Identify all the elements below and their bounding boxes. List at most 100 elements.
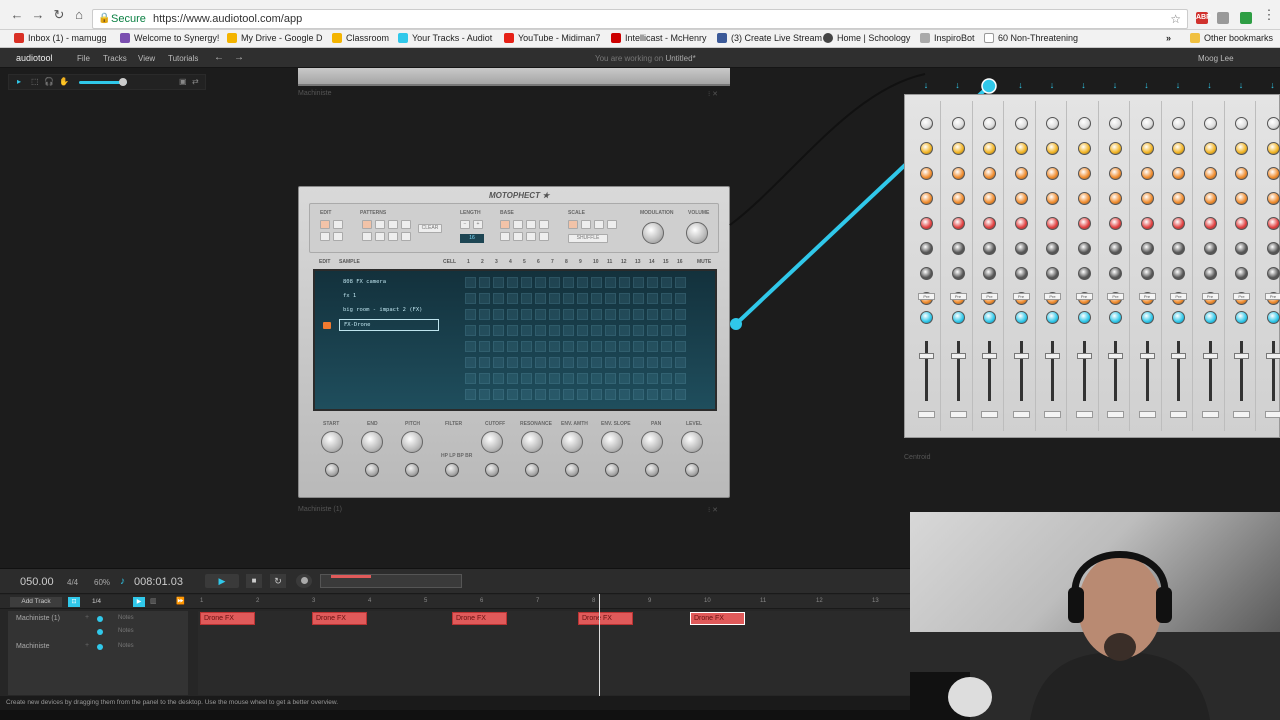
mixer-knob[interactable]	[1172, 167, 1185, 180]
mute-solo-buttons[interactable]	[981, 411, 998, 418]
mixer-knob[interactable]	[1014, 142, 1028, 155]
pre-button[interactable]: Pre	[1107, 293, 1124, 300]
mixer-knob[interactable]	[1203, 142, 1217, 155]
mixer-knob[interactable]	[1077, 192, 1091, 205]
mixer-knob[interactable]	[1172, 267, 1185, 280]
fader-handle[interactable]	[1108, 353, 1123, 359]
clip[interactable]: Drone FX	[312, 612, 367, 625]
fader-handle[interactable]	[1139, 353, 1155, 359]
pan-knob[interactable]	[1077, 311, 1091, 324]
fader-track[interactable]	[1271, 341, 1275, 401]
loop-button[interactable]: ↻	[270, 574, 286, 588]
mixer-knob[interactable]	[1109, 267, 1122, 280]
mixer-knob[interactable]	[951, 117, 965, 130]
mixer-knob[interactable]	[920, 117, 933, 130]
mixer-knob[interactable]	[1203, 117, 1217, 130]
mixer-knob[interactable]	[1203, 192, 1217, 205]
record-button[interactable]	[296, 574, 312, 588]
mixer-knob[interactable]	[1266, 117, 1280, 130]
pre-button[interactable]: Pre	[981, 293, 998, 300]
view-icon[interactable]: ▥	[150, 597, 157, 605]
clip-selected[interactable]: Drone FX	[690, 612, 745, 625]
mixer-knob[interactable]	[1266, 217, 1280, 230]
mute-solo-buttons[interactable]	[1138, 411, 1156, 418]
pre-button[interactable]: Pre	[1012, 293, 1030, 300]
mixer-knob[interactable]	[1077, 142, 1091, 155]
quantize-select[interactable]: 1/4	[92, 598, 101, 605]
mixer-knob[interactable]	[1140, 217, 1154, 230]
mixer-knob[interactable]	[1140, 117, 1154, 130]
mixer-knob[interactable]	[1266, 242, 1280, 255]
mixer-knob[interactable]	[983, 242, 996, 255]
mixer-knob[interactable]	[1077, 117, 1091, 130]
pan-knob[interactable]	[1014, 311, 1028, 324]
mixer-knob[interactable]	[1109, 167, 1122, 180]
fader-track[interactable]	[1145, 341, 1149, 401]
mixer-knob[interactable]	[1266, 192, 1280, 205]
mixer-knob[interactable]	[1235, 217, 1248, 230]
fader-track[interactable]	[1177, 341, 1180, 401]
input-socket-icon[interactable]: ↓	[1111, 80, 1119, 90]
mixer-knob[interactable]	[1014, 267, 1028, 280]
mute-solo-buttons[interactable]	[1107, 411, 1124, 418]
pre-button[interactable]: Pre	[1233, 293, 1250, 300]
mute-solo-buttons[interactable]	[1075, 411, 1093, 418]
centroid-mixer[interactable]: Pre Pre Pre Pre Pre Pre Pre Pre Pre Pre Pre Pre	[904, 94, 1280, 438]
mixer-knob[interactable]	[983, 267, 996, 280]
pan-knob[interactable]	[1109, 311, 1122, 324]
mixer-knob[interactable]	[1266, 167, 1280, 180]
pre-button[interactable]: Pre	[1201, 293, 1219, 300]
mixer-knob[interactable]	[1046, 242, 1059, 255]
input-socket-icon[interactable]: ↓	[1174, 80, 1182, 90]
mixer-knob[interactable]	[1077, 242, 1091, 255]
mixer-knob[interactable]	[1235, 242, 1248, 255]
track-lanes[interactable]: Drone FX Drone FX Drone FX Drone FX Dron…	[198, 611, 910, 695]
mute-solo-buttons[interactable]	[1170, 411, 1187, 418]
mixer-knob[interactable]	[920, 217, 933, 230]
clip[interactable]: Drone FX	[200, 612, 255, 625]
fader-track[interactable]	[925, 341, 928, 401]
pre-button[interactable]: Pre	[1044, 293, 1061, 300]
overview-scrollbar[interactable]	[320, 574, 462, 588]
mixer-knob[interactable]	[1266, 142, 1280, 155]
mute-solo-buttons[interactable]	[949, 411, 967, 418]
mixer-knob[interactable]	[1046, 142, 1059, 155]
track-collapse-icon[interactable]: +	[85, 642, 89, 649]
mixer-knob[interactable]	[920, 267, 933, 280]
pan-knob[interactable]	[1046, 311, 1059, 324]
mixer-knob[interactable]	[983, 217, 996, 230]
fader-handle[interactable]	[1202, 353, 1218, 359]
mixer-knob[interactable]	[920, 192, 933, 205]
mixer-knob[interactable]	[1077, 217, 1091, 230]
mixer-knob[interactable]	[1235, 167, 1248, 180]
mixer-knob[interactable]	[1077, 267, 1091, 280]
mixer-knob[interactable]	[1172, 142, 1185, 155]
mixer-knob[interactable]	[951, 167, 965, 180]
mixer-knob[interactable]	[1203, 242, 1217, 255]
follow-toggle[interactable]: ▶	[133, 597, 145, 607]
pre-button[interactable]: Pre	[1264, 293, 1280, 300]
mixer-knob[interactable]	[1109, 192, 1122, 205]
mixer-knob[interactable]	[1014, 167, 1028, 180]
mixer-knob[interactable]	[1172, 242, 1185, 255]
pre-button[interactable]: Pre	[949, 293, 967, 300]
pre-button[interactable]: Pre	[1075, 293, 1093, 300]
clip[interactable]: Drone FX	[578, 612, 633, 625]
fader-handle[interactable]	[1045, 353, 1060, 359]
input-socket-icon[interactable]: ↓	[1080, 80, 1088, 90]
input-socket-icon[interactable]: ↓	[1206, 80, 1214, 90]
mixer-knob[interactable]	[1140, 142, 1154, 155]
mixer-knob[interactable]	[1109, 117, 1122, 130]
mute-solo-buttons[interactable]	[1264, 411, 1280, 418]
mixer-knob[interactable]	[1046, 192, 1059, 205]
mixer-knob[interactable]	[1266, 267, 1280, 280]
mixer-knob[interactable]	[1203, 217, 1217, 230]
mixer-knob[interactable]	[1235, 267, 1248, 280]
zoom-display[interactable]: 60%	[94, 578, 110, 587]
input-socket-icon[interactable]: ↓	[985, 80, 993, 90]
pan-knob[interactable]	[1172, 311, 1185, 324]
fader-track[interactable]	[1208, 341, 1212, 401]
mixer-knob[interactable]	[951, 217, 965, 230]
mixer-knob[interactable]	[1109, 242, 1122, 255]
mixer-knob[interactable]	[1235, 192, 1248, 205]
